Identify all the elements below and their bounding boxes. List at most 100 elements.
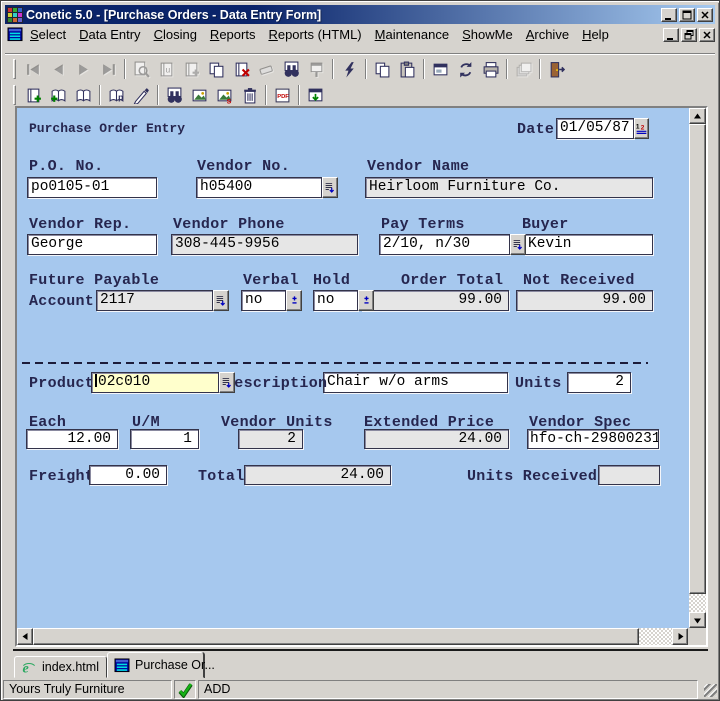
- vertical-scroll-thumb[interactable]: [689, 124, 706, 594]
- open-book-add-button[interactable]: [46, 83, 71, 107]
- date-picker-button[interactable]: 12: [634, 118, 649, 139]
- nav-last-button[interactable]: [96, 57, 121, 81]
- title-bar[interactable]: Conetic 5.0 - [Purchase Orders - Data En…: [5, 5, 715, 24]
- vendor-no-field[interactable]: h05400: [196, 177, 322, 198]
- po-no-field[interactable]: po0105-01: [27, 177, 157, 198]
- freight-field[interactable]: 0.00: [89, 465, 167, 485]
- product-field[interactable]: 02c010: [91, 372, 219, 393]
- copy-record-button[interactable]: [204, 57, 229, 81]
- product-label: Product: [29, 375, 95, 392]
- scroll-right-button[interactable]: [672, 628, 688, 645]
- account-lookup-button[interactable]: [213, 290, 229, 311]
- tab-index-html[interactable]: e index.html: [14, 656, 107, 678]
- mdi-restore-button[interactable]: [681, 27, 697, 42]
- not-received-label: Not Received: [523, 272, 635, 289]
- export-pdf-button[interactable]: PDF: [270, 83, 295, 107]
- open-book-button[interactable]: [71, 83, 96, 107]
- vertical-scroll-track[interactable]: [689, 594, 706, 612]
- vendor-no-lookup-button[interactable]: [322, 177, 338, 198]
- sign-pen-button[interactable]: [129, 83, 154, 107]
- execute-button[interactable]: [337, 57, 362, 81]
- menu-item-archive[interactable]: Archive: [526, 27, 569, 42]
- menu-item-maintenance[interactable]: Maintenance: [375, 27, 449, 42]
- each-field[interactable]: 12.00: [26, 429, 118, 449]
- menu-item-reports-html[interactable]: Reports (HTML): [268, 27, 361, 42]
- purchase-order-form: Purchase Order Entry Date 01/05/87 12 P.…: [17, 108, 689, 628]
- image-view-button[interactable]: [187, 83, 212, 107]
- svg-text:PDF: PDF: [277, 94, 289, 100]
- menu-item-data-entry[interactable]: Data Entry: [79, 27, 140, 42]
- menu-items: Select Data Entry Closing Reports Reports (H…: [30, 27, 663, 42]
- delete-record-button[interactable]: [229, 57, 254, 81]
- verbal-spinner-button[interactable]: [286, 290, 302, 311]
- buyer-field[interactable]: Kevin: [524, 234, 653, 255]
- open-book-post-button[interactable]: p: [104, 83, 129, 107]
- delete-item-button[interactable]: [237, 83, 262, 107]
- hold-field[interactable]: no: [313, 290, 358, 311]
- units-field[interactable]: 2: [567, 372, 631, 393]
- menu-item-help[interactable]: Help: [582, 27, 609, 42]
- search-view-button[interactable]: [162, 83, 187, 107]
- update-record-button[interactable]: u: [154, 57, 179, 81]
- scroll-down-button[interactable]: [689, 612, 706, 628]
- verbal-field[interactable]: no: [241, 290, 286, 311]
- pin-window-button[interactable]: [304, 57, 329, 81]
- toolbar-separator: [124, 59, 126, 79]
- extended-price-field: 24.00: [364, 429, 509, 449]
- menu-item-closing[interactable]: Closing: [154, 27, 197, 42]
- pay-terms-field[interactable]: 2/10, n/30: [379, 234, 510, 255]
- product-lookup-button[interactable]: [219, 372, 235, 393]
- menu-item-showme[interactable]: ShowMe: [462, 27, 513, 42]
- tab-purchase-orders[interactable]: Purchase Or...: [107, 652, 215, 678]
- form-window: Purchase Order Entry Date 01/05/87 12 P.…: [15, 106, 708, 647]
- menu-item-select[interactable]: Select: [30, 27, 66, 42]
- account-field: 2117: [96, 290, 213, 311]
- horizontal-scrollbar[interactable]: [17, 628, 689, 645]
- toolbar-grip[interactable]: [13, 59, 16, 79]
- mdi-minimize-button[interactable]: [663, 27, 679, 42]
- vendor-rep-field[interactable]: George: [27, 234, 157, 255]
- window-options-button[interactable]: [428, 57, 453, 81]
- date-label: Date: [517, 121, 555, 138]
- description-field[interactable]: Chair w/o arms: [323, 372, 508, 393]
- add-record-button[interactable]: [179, 57, 204, 81]
- refresh-button[interactable]: [453, 57, 478, 81]
- close-button[interactable]: [697, 7, 713, 22]
- nav-first-button[interactable]: [21, 57, 46, 81]
- vendor-spec-field[interactable]: hfo-ch-29800231: [527, 429, 659, 449]
- svg-text:p: p: [118, 91, 123, 101]
- horizontal-scroll-thumb[interactable]: [33, 628, 639, 645]
- scroll-left-button[interactable]: [17, 628, 33, 645]
- nav-prev-button[interactable]: [46, 57, 71, 81]
- print-button[interactable]: [478, 57, 503, 81]
- menu-item-reports[interactable]: Reports: [210, 27, 256, 42]
- horizontal-scroll-track[interactable]: [639, 628, 672, 645]
- paste-button[interactable]: [395, 57, 420, 81]
- maximize-button[interactable]: [679, 7, 695, 22]
- find-record-button[interactable]: [129, 57, 154, 81]
- clear-record-button[interactable]: [254, 57, 279, 81]
- mdi-system-menu-icon[interactable]: [7, 27, 23, 42]
- mdi-close-button[interactable]: [699, 27, 715, 42]
- copy-button[interactable]: [370, 57, 395, 81]
- new-notebook-button[interactable]: [21, 83, 46, 107]
- svg-text:e: e: [22, 660, 28, 674]
- toolbar-separator: [365, 59, 367, 79]
- toolbar-grip[interactable]: [13, 85, 16, 105]
- export-window-button[interactable]: [303, 83, 328, 107]
- resize-grip[interactable]: [704, 684, 717, 697]
- pay-terms-label: Pay Terms: [381, 216, 465, 233]
- vendor-units-field: 2: [238, 429, 303, 449]
- hold-spinner-button[interactable]: [358, 290, 374, 311]
- search-records-button[interactable]: [279, 57, 304, 81]
- nav-next-button[interactable]: [71, 57, 96, 81]
- batch-pages-button[interactable]: [511, 57, 536, 81]
- um-field[interactable]: 1: [130, 429, 199, 449]
- pay-terms-lookup-button[interactable]: [510, 234, 526, 255]
- vertical-scrollbar[interactable]: [689, 108, 706, 628]
- minimize-button[interactable]: [661, 7, 677, 22]
- image-settings-button[interactable]: s: [212, 83, 237, 107]
- date-field[interactable]: 01/05/87: [556, 118, 634, 139]
- scroll-up-button[interactable]: [689, 108, 706, 124]
- exit-button[interactable]: [544, 57, 569, 81]
